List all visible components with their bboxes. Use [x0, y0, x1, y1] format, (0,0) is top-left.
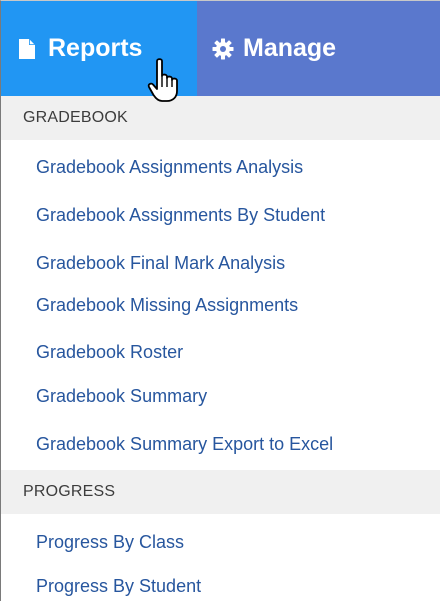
top-nav-bar: Reports Manage — [1, 1, 440, 96]
menu-item-gradebook-assignments-by-student[interactable]: Gradebook Assignments By Student — [36, 204, 325, 226]
reports-menu-panel: Reports Manage GRADEBOOK Gradebook Assig… — [0, 0, 440, 601]
gear-icon — [212, 38, 234, 60]
menu-item-progress-by-class[interactable]: Progress By Class — [36, 531, 184, 553]
menu-item-gradebook-final-mark-analysis[interactable]: Gradebook Final Mark Analysis — [36, 252, 285, 274]
section-header-progress: PROGRESS — [1, 470, 440, 514]
tab-manage[interactable]: Manage — [197, 1, 382, 96]
menu-item-gradebook-assignments-analysis[interactable]: Gradebook Assignments Analysis — [36, 156, 303, 178]
menu-item-gradebook-missing-assignments[interactable]: Gradebook Missing Assignments — [36, 294, 298, 316]
document-icon — [17, 38, 37, 60]
menu-item-gradebook-summary[interactable]: Gradebook Summary — [36, 385, 207, 407]
menu-item-progress-by-student[interactable]: Progress By Student — [36, 575, 201, 597]
tab-reports-label: Reports — [48, 34, 143, 62]
menu-item-gradebook-roster[interactable]: Gradebook Roster — [36, 341, 183, 363]
hand-pointer-cursor-icon — [147, 58, 178, 102]
section-header-gradebook: GRADEBOOK — [1, 96, 440, 140]
menu-item-gradebook-summary-export-to-excel[interactable]: Gradebook Summary Export to Excel — [36, 433, 333, 455]
tab-manage-label: Manage — [243, 34, 337, 62]
